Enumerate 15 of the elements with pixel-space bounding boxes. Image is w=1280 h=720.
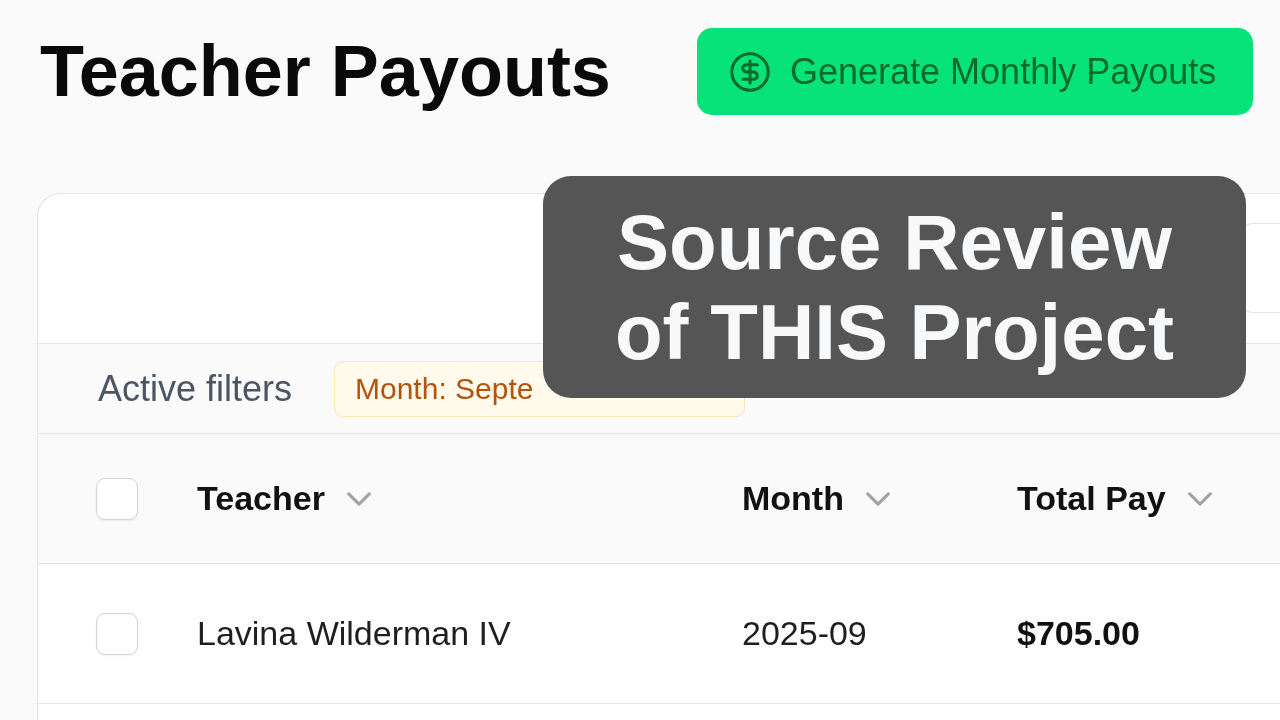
chevron-down-icon bbox=[1187, 491, 1212, 506]
generate-payouts-button[interactable]: Generate Monthly Payouts bbox=[697, 28, 1253, 115]
page-title: Teacher Payouts bbox=[40, 30, 612, 113]
table-cell-text: $705.00 bbox=[1017, 614, 1141, 653]
chevron-down-icon bbox=[346, 491, 371, 506]
filters-label: Active filters bbox=[98, 367, 294, 410]
checkbox[interactable] bbox=[96, 477, 138, 520]
checkbox[interactable] bbox=[96, 612, 138, 655]
dollar-circle-icon bbox=[730, 51, 770, 92]
table-cell-text: 2025-09 bbox=[742, 614, 868, 653]
column-header[interactable]: Month bbox=[742, 479, 844, 518]
chevron-down-icon bbox=[865, 491, 890, 506]
table-cell-text: Lavina Wilderman IV bbox=[197, 614, 512, 653]
column-header[interactable]: Total Pay bbox=[1017, 479, 1166, 518]
column-header[interactable]: Teacher bbox=[197, 479, 325, 518]
